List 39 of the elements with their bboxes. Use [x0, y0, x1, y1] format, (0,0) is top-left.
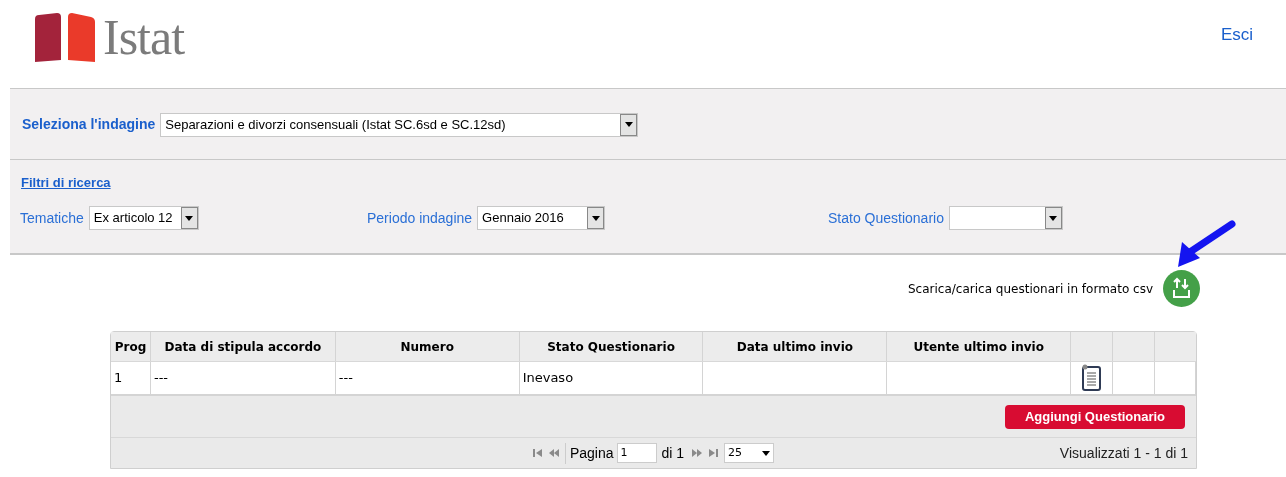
- column-header[interactable]: Prog: [111, 332, 151, 361]
- notepad-icon[interactable]: [1081, 364, 1103, 392]
- filter-label: Stato Questionario: [828, 208, 944, 228]
- page-field[interactable]: 1: [616, 443, 657, 463]
- filter-label: Tematiche: [20, 208, 84, 228]
- previous-page-icon[interactable]: [548, 449, 559, 457]
- records-summary: Visualizzati 1 - 1 di 1: [1059, 443, 1188, 463]
- next-page-icon[interactable]: [692, 449, 703, 457]
- column-header[interactable]: Numero: [335, 332, 520, 361]
- page-size-select[interactable]: 25: [724, 443, 775, 463]
- column-header[interactable]: Utente ultimo invio: [887, 332, 1072, 361]
- last-page-icon[interactable]: [708, 449, 719, 457]
- caret-icon: [591, 215, 600, 221]
- table-cell: ---: [335, 362, 520, 394]
- add-questionnaire-button[interactable]: Aggiungi Questionario: [1005, 404, 1185, 429]
- column-header[interactable]: Data ultimo invio: [703, 332, 888, 361]
- filter-select[interactable]: [948, 206, 1063, 230]
- survey-select[interactable]: Separazioni e divorzi consensuali (Istat SC.6sd e SC.12sd): [160, 112, 639, 137]
- table-cell: 1: [111, 362, 151, 394]
- upload-download-icon[interactable]: [1163, 270, 1200, 307]
- filter-select[interactable]: Ex articolo 12: [88, 206, 199, 230]
- caret-icon: [624, 122, 633, 127]
- filter-select[interactable]: Gennaio 2016: [477, 206, 606, 230]
- column-header[interactable]: Data di stipula accordo: [150, 332, 336, 361]
- caret-icon: [762, 450, 771, 456]
- caret-icon: [1049, 215, 1058, 221]
- column-header[interactable]: Stato Questionario: [519, 332, 704, 361]
- survey-label: Seleziona l'indagine: [22, 115, 156, 134]
- istat-logo: Istat: [35, 12, 185, 62]
- first-page-icon[interactable]: [532, 449, 543, 457]
- filters-link[interactable]: Filtri di ricerca: [21, 173, 111, 193]
- filter-label: Periodo indagine: [367, 208, 473, 228]
- csv-label: Scarica/carica questionari in formato csv: [908, 280, 1153, 298]
- table-cell: Inevaso: [519, 362, 704, 394]
- logout-link[interactable]: Esci: [1220, 22, 1253, 48]
- table-cell: ---: [150, 362, 336, 394]
- caret-icon: [185, 215, 194, 221]
- page-total: di 1: [661, 443, 685, 463]
- page-label: Pagina: [564, 442, 614, 464]
